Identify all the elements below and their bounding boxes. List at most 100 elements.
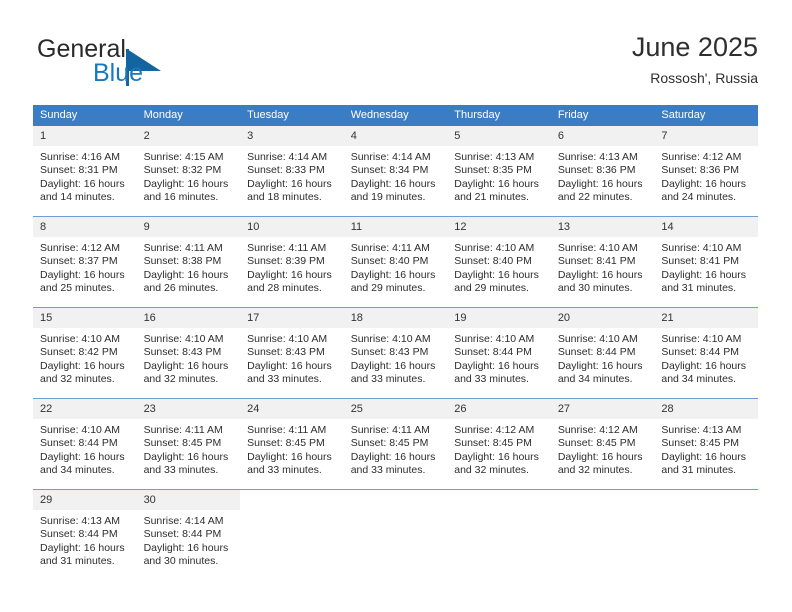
day-details: Sunrise: 4:10 AM Sunset: 8:41 PM Daylight:…	[551, 237, 655, 296]
weekday-header-wednesday: Wednesday	[343, 105, 448, 126]
daylight-text-line2: and 34 minutes.	[40, 464, 115, 477]
daylight-text-line1: Daylight: 16 hours	[661, 450, 747, 463]
calendar-day-cell-empty	[240, 489, 344, 580]
calendar-day-cell[interactable]: 11 Sunrise: 4:11 AM Sunset: 8:40 PM Dayligh…	[343, 216, 448, 308]
sunrise-text: Sunrise: 4:13 AM	[454, 151, 535, 163]
calendar-page: General Blue June 2025 Rossosh', Russia …	[0, 0, 792, 612]
day-number: 13	[550, 217, 655, 237]
day-number: 10	[240, 217, 344, 237]
calendar-day-cell[interactable]: 14 Sunrise: 4:10 AM Sunset: 8:41 PM Dayligh…	[654, 216, 758, 308]
sunrise-text: Sunrise: 4:10 AM	[40, 333, 120, 345]
daylight-text-line1: Daylight: 16 hours	[143, 450, 229, 463]
sunset-text: Sunset: 8:41 PM	[661, 255, 740, 268]
calendar-day-cell[interactable]: 9 Sunrise: 4:11 AM Sunset: 8:38 PM Daylight…	[136, 216, 241, 308]
calendar-body: 1 Sunrise: 4:16 AM Sunset: 8:31 PM Daylight…	[33, 126, 758, 580]
calendar-day-cell[interactable]: 4 Sunrise: 4:14 AM Sunset: 8:34 PM Daylight…	[343, 126, 448, 217]
day-number: 29	[33, 490, 137, 510]
calendar-day-cell[interactable]: 12 Sunrise: 4:10 AM Sunset: 8:40 PM Dayligh…	[447, 216, 551, 308]
sunset-text: Sunset: 8:34 PM	[350, 164, 429, 177]
weekday-header-saturday: Saturday	[654, 105, 758, 126]
day-details	[240, 510, 344, 515]
calendar-week-row: 15 Sunrise: 4:10 AM Sunset: 8:42 PM Dayligh…	[33, 307, 758, 399]
weekday-header-thursday: Thursday	[447, 105, 551, 126]
calendar-day-cell[interactable]: 18 Sunrise: 4:10 AM Sunset: 8:43 PM Dayligh…	[343, 307, 448, 399]
calendar-day-cell[interactable]: 20 Sunrise: 4:10 AM Sunset: 8:44 PM Dayligh…	[550, 307, 655, 399]
daylight-text-line1: Daylight: 16 hours	[247, 177, 332, 190]
calendar-day-cell[interactable]: 19 Sunrise: 4:10 AM Sunset: 8:44 PM Dayligh…	[447, 307, 551, 399]
calendar-day-cell[interactable]: 7 Sunrise: 4:12 AM Sunset: 8:36 PM Daylight…	[654, 126, 758, 217]
sunrise-text: Sunrise: 4:12 AM	[40, 242, 120, 254]
daylight-text-line1: Daylight: 16 hours	[557, 450, 643, 463]
day-number: 17	[240, 308, 344, 328]
daylight-text-line2: and 25 minutes.	[40, 282, 115, 295]
sunset-text: Sunset: 8:45 PM	[247, 437, 325, 450]
calendar-day-cell[interactable]: 21 Sunrise: 4:10 AM Sunset: 8:44 PM Dayligh…	[654, 307, 758, 399]
day-details: Sunrise: 4:10 AM Sunset: 8:41 PM Daylight:…	[654, 237, 758, 296]
calendar-day-cell[interactable]: 25 Sunrise: 4:11 AM Sunset: 8:45 PM Dayligh…	[343, 398, 448, 490]
logo-text-blue: Blue	[93, 59, 144, 87]
weekday-header-row: Sunday Monday Tuesday Wednesday Thursday…	[33, 105, 758, 126]
day-details: Sunrise: 4:16 AM Sunset: 8:31 PM Daylight:…	[33, 146, 137, 205]
calendar-day-cell[interactable]: 22 Sunrise: 4:10 AM Sunset: 8:44 PM Dayligh…	[33, 398, 137, 490]
general-blue-logo[interactable]: General Blue	[33, 34, 263, 92]
sunrise-text: Sunrise: 4:14 AM	[247, 151, 328, 163]
calendar-day-cell[interactable]: 10 Sunrise: 4:11 AM Sunset: 8:39 PM Dayligh…	[240, 216, 344, 308]
daylight-text-line2: and 31 minutes.	[40, 555, 115, 568]
sunrise-text: Sunrise: 4:15 AM	[143, 151, 224, 163]
day-details: Sunrise: 4:10 AM Sunset: 8:44 PM Daylight:…	[654, 328, 758, 387]
weekday-header-tuesday: Tuesday	[240, 105, 344, 126]
day-details: Sunrise: 4:13 AM Sunset: 8:35 PM Daylight:…	[447, 146, 551, 205]
day-details: Sunrise: 4:12 AM Sunset: 8:45 PM Daylight:…	[447, 419, 551, 478]
page-title: June 2025	[631, 32, 758, 62]
day-details: Sunrise: 4:14 AM Sunset: 8:44 PM Daylight:…	[137, 510, 241, 569]
sunrise-text: Sunrise: 4:10 AM	[661, 242, 742, 254]
calendar-day-cell[interactable]: 13 Sunrise: 4:10 AM Sunset: 8:41 PM Dayligh…	[550, 216, 655, 308]
sunrise-text: Sunrise: 4:10 AM	[454, 333, 535, 345]
calendar-day-cell[interactable]: 2 Sunrise: 4:15 AM Sunset: 8:32 PM Daylight…	[136, 126, 241, 217]
calendar-day-cell[interactable]: 30 Sunrise: 4:14 AM Sunset: 8:44 PM Dayligh…	[136, 489, 241, 580]
day-details: Sunrise: 4:10 AM Sunset: 8:40 PM Daylight:…	[447, 237, 551, 296]
calendar-day-cell[interactable]: 3 Sunrise: 4:14 AM Sunset: 8:33 PM Daylight…	[240, 126, 344, 217]
daylight-text-line1: Daylight: 16 hours	[143, 268, 229, 281]
calendar-day-cell[interactable]: 26 Sunrise: 4:12 AM Sunset: 8:45 PM Dayligh…	[447, 398, 551, 490]
daylight-text-line2: and 33 minutes.	[247, 373, 322, 386]
day-number: 27	[550, 399, 655, 419]
day-number: 15	[33, 308, 137, 328]
calendar-day-cell[interactable]: 6 Sunrise: 4:13 AM Sunset: 8:36 PM Daylight…	[550, 126, 655, 217]
sunset-text: Sunset: 8:39 PM	[247, 255, 325, 268]
calendar-day-cell[interactable]: 24 Sunrise: 4:11 AM Sunset: 8:45 PM Dayligh…	[240, 398, 344, 490]
weekday-header-sunday: Sunday	[33, 105, 137, 126]
daylight-text-line1: Daylight: 16 hours	[454, 450, 539, 463]
day-details	[551, 510, 655, 515]
sunrise-text: Sunrise: 4:13 AM	[661, 424, 742, 436]
sunrise-text: Sunrise: 4:12 AM	[557, 424, 638, 436]
daylight-text-line1: Daylight: 16 hours	[350, 359, 436, 372]
day-details: Sunrise: 4:10 AM Sunset: 8:43 PM Daylight:…	[240, 328, 344, 387]
calendar-day-cell[interactable]: 27 Sunrise: 4:12 AM Sunset: 8:45 PM Dayligh…	[550, 398, 655, 490]
calendar-day-cell[interactable]: 28 Sunrise: 4:13 AM Sunset: 8:45 PM Dayligh…	[654, 398, 758, 490]
calendar-day-cell[interactable]: 17 Sunrise: 4:10 AM Sunset: 8:43 PM Dayligh…	[240, 307, 344, 399]
calendar-day-cell[interactable]: 15 Sunrise: 4:10 AM Sunset: 8:42 PM Dayligh…	[33, 307, 137, 399]
sunset-text: Sunset: 8:45 PM	[350, 437, 429, 450]
sunrise-text: Sunrise: 4:13 AM	[557, 151, 638, 163]
sunset-text: Sunset: 8:43 PM	[350, 346, 429, 359]
calendar-day-cell[interactable]: 8 Sunrise: 4:12 AM Sunset: 8:37 PM Daylight…	[33, 216, 137, 308]
calendar-day-cell[interactable]: 29 Sunrise: 4:13 AM Sunset: 8:44 PM Dayligh…	[33, 489, 137, 580]
day-details: Sunrise: 4:11 AM Sunset: 8:38 PM Daylight:…	[137, 237, 241, 296]
calendar-day-cell[interactable]: 5 Sunrise: 4:13 AM Sunset: 8:35 PM Daylight…	[447, 126, 551, 217]
day-number	[240, 490, 344, 510]
daylight-text-line2: and 21 minutes.	[454, 191, 529, 204]
day-number: 12	[447, 217, 551, 237]
daylight-text-line2: and 33 minutes.	[350, 464, 426, 477]
daylight-text-line1: Daylight: 16 hours	[247, 450, 332, 463]
calendar-day-cell[interactable]: 23 Sunrise: 4:11 AM Sunset: 8:45 PM Dayligh…	[136, 398, 241, 490]
calendar-day-cell[interactable]: 1 Sunrise: 4:16 AM Sunset: 8:31 PM Daylight…	[33, 126, 137, 217]
sunset-text: Sunset: 8:40 PM	[454, 255, 532, 268]
day-details: Sunrise: 4:11 AM Sunset: 8:45 PM Daylight:…	[344, 419, 448, 478]
day-number: 9	[136, 217, 241, 237]
day-details: Sunrise: 4:10 AM Sunset: 8:44 PM Daylight:…	[447, 328, 551, 387]
calendar-day-cell[interactable]: 16 Sunrise: 4:10 AM Sunset: 8:43 PM Dayligh…	[136, 307, 241, 399]
daylight-text-line1: Daylight: 16 hours	[661, 268, 747, 281]
day-number: 14	[654, 217, 758, 237]
day-number: 22	[33, 399, 137, 419]
